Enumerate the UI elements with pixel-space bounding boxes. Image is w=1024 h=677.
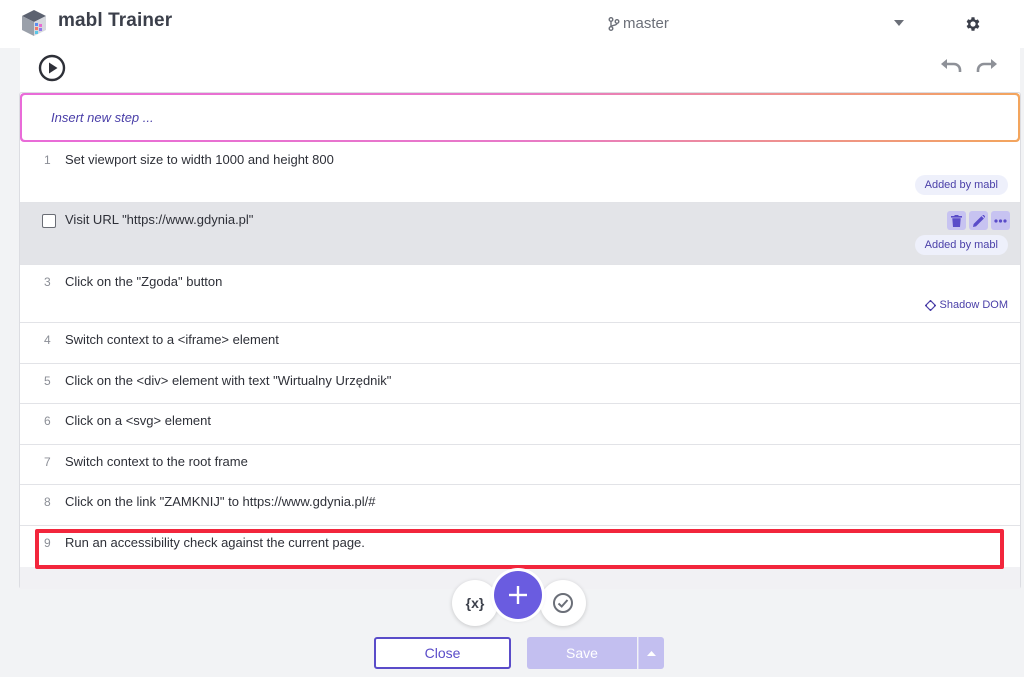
pencil-icon: [972, 214, 985, 227]
step-actions: [947, 211, 1010, 230]
gear-icon[interactable]: [964, 15, 982, 33]
shadow-dom-tag: Shadow DOM: [924, 299, 1008, 311]
step-row[interactable]: 7 Switch context to the root frame: [20, 445, 1020, 485]
step-row[interactable]: 3 Click on the "Zgoda" button Shadow DOM: [20, 265, 1020, 323]
save-button[interactable]: Save: [527, 637, 637, 669]
step-number: 3: [44, 275, 51, 289]
assertion-button[interactable]: [540, 580, 586, 626]
added-by-mabl-badge: Added by mabl: [914, 175, 1008, 195]
step-text: Click on a <svg> element: [65, 413, 211, 428]
step-number: 4: [44, 333, 51, 347]
delete-step-button[interactable]: [947, 211, 966, 230]
play-icon[interactable]: [38, 54, 66, 82]
check-circle-icon: [553, 593, 573, 613]
step-number: 7: [44, 455, 51, 469]
step-row[interactable]: 1 Set viewport size to width 1000 and he…: [20, 143, 1020, 203]
crosshair-icon: [924, 299, 936, 311]
more-options-button[interactable]: [991, 211, 1010, 230]
step-text: Click on the link "ZAMKNIJ" to https://w…: [65, 494, 376, 509]
shadow-dom-label: Shadow DOM: [939, 299, 1008, 311]
step-row-selected[interactable]: Visit URL "https://www.gdynia.pl" Added …: [20, 203, 1020, 265]
caret-up-icon: [647, 650, 656, 656]
step-text: Click on the "Zgoda" button: [65, 274, 223, 289]
save-options-button[interactable]: [638, 637, 664, 669]
step-number: 8: [44, 495, 51, 509]
variables-icon: {x}: [465, 595, 485, 611]
git-branch-icon: [608, 16, 620, 31]
chevron-down-icon[interactable]: [894, 20, 904, 26]
app-title: mabl Trainer: [58, 10, 173, 31]
step-number: 9: [44, 536, 51, 550]
app-header: mabl Trainer master: [0, 0, 1024, 48]
close-button[interactable]: Close: [374, 637, 511, 669]
branch-name: master: [623, 15, 669, 32]
step-number: 1: [44, 153, 51, 167]
step-row[interactable]: 4 Switch context to a <iframe> element: [20, 323, 1020, 364]
step-row[interactable]: 6 Click on a <svg> element: [20, 404, 1020, 445]
mabl-logo-icon: [22, 10, 46, 36]
step-checkbox[interactable]: [42, 214, 56, 228]
step-text: Set viewport size to width 1000 and heig…: [65, 152, 334, 167]
step-row[interactable]: 9 Run an accessibility check against the…: [20, 526, 1020, 567]
trash-icon: [951, 214, 962, 227]
insert-step-input[interactable]: [51, 110, 951, 125]
branch-selector[interactable]: master: [608, 15, 669, 32]
step-text: Switch context to a <iframe> element: [65, 332, 279, 347]
insert-step-box: [20, 93, 1020, 142]
add-step-button[interactable]: [494, 571, 542, 619]
undo-icon[interactable]: [940, 58, 964, 76]
steps-panel: 1 Set viewport size to width 1000 and he…: [19, 92, 1021, 589]
trainer-toolbar: [20, 48, 1020, 92]
step-text: Visit URL "https://www.gdynia.pl": [65, 212, 254, 227]
redo-icon[interactable]: [974, 58, 998, 76]
step-number: 5: [44, 374, 51, 388]
step-text: Switch context to the root frame: [65, 454, 248, 469]
step-text: Click on the <div> element with text "Wi…: [65, 373, 392, 388]
step-number: 6: [44, 414, 51, 428]
added-by-mabl-badge: Added by mabl: [914, 235, 1008, 255]
step-row[interactable]: 5 Click on the <div> element with text "…: [20, 364, 1020, 404]
step-row[interactable]: 8 Click on the link "ZAMKNIJ" to https:/…: [20, 485, 1020, 526]
more-horizontal-icon: [994, 218, 1007, 223]
plus-icon: [509, 586, 527, 604]
variables-button[interactable]: {x}: [452, 580, 498, 626]
edit-step-button[interactable]: [969, 211, 988, 230]
step-text: Run an accessibility check against the c…: [65, 535, 365, 550]
